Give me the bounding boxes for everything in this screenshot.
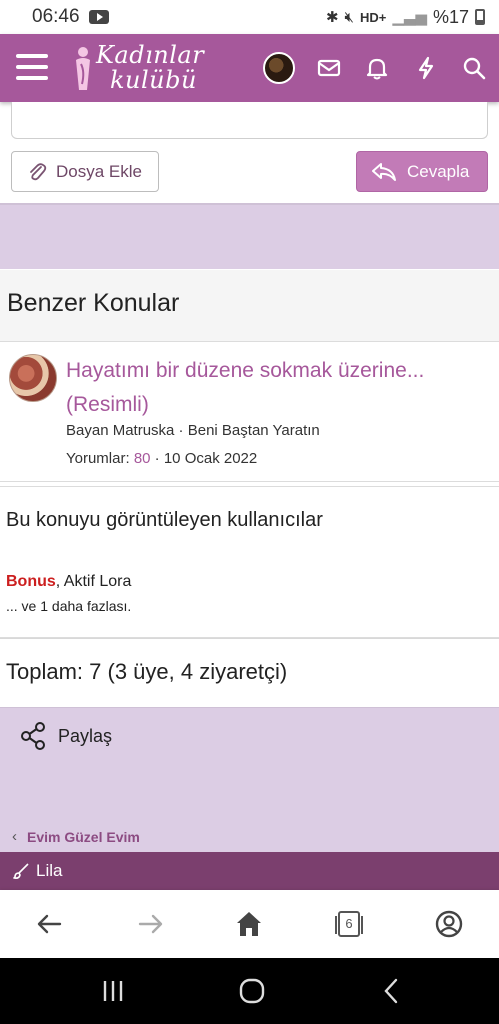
menu-icon[interactable] xyxy=(16,54,48,80)
viewers-title: Bu konuyu görüntüleyen kullanıcılar xyxy=(6,509,323,531)
share-label: Paylaş xyxy=(58,725,113,746)
style-label: Lila xyxy=(36,861,63,880)
search-icon[interactable] xyxy=(461,55,487,81)
paintbrush-icon xyxy=(13,863,29,879)
back-arrow-icon[interactable] xyxy=(34,908,66,940)
thread-list-item[interactable]: Hayatımı bir düzene sokmak üzerine... (R… xyxy=(0,342,499,482)
replies-label: Yorumlar: xyxy=(66,450,130,467)
share-section: Paylaş ‹ Evim Güzel Evim xyxy=(0,708,499,852)
system-back-icon[interactable] xyxy=(380,978,404,1004)
reply-button-label: Cevapla xyxy=(407,161,470,181)
totals-block: Toplam: 7 (3 üye, 4 ziyaretçi) xyxy=(0,638,499,708)
battery-label: %17 xyxy=(432,6,469,27)
thread-author[interactable]: Bayan Matruska xyxy=(66,422,174,439)
breadcrumb-link[interactable]: Evim Güzel Evim xyxy=(27,829,140,845)
battery-icon xyxy=(475,9,485,25)
viewers-block: Bu konuyu görüntüleyen kullanıcılar Bonu… xyxy=(0,486,499,638)
attach-file-button[interactable]: Dosya Ekle xyxy=(11,151,159,192)
attach-file-label: Dosya Ekle xyxy=(56,161,142,181)
account-icon[interactable] xyxy=(433,908,465,940)
reply-arrow-icon xyxy=(372,162,396,181)
site-logo[interactable]: Kadınlar kulübü xyxy=(70,40,210,98)
totals-text: Toplam: 7 (3 üye, 4 ziyaretçi) xyxy=(6,659,288,684)
status-right: ✱ 🔇︎ HD+ ▁▃▅ %17 xyxy=(326,7,485,28)
lightning-icon[interactable] xyxy=(413,55,439,81)
browser-toolbar: 6 xyxy=(0,890,499,958)
logo-figure-icon xyxy=(76,47,90,90)
thread-author-avatar[interactable] xyxy=(9,354,57,402)
thread-forum[interactable]: Beni Baştan Yaratın xyxy=(188,422,320,439)
reply-editor[interactable] xyxy=(11,102,488,139)
style-chooser[interactable]: Lila xyxy=(0,852,499,890)
breadcrumb[interactable]: ‹ Evim Güzel Evim xyxy=(12,828,140,845)
thread-title-link[interactable]: Hayatımı bir düzene sokmak üzerine... (R… xyxy=(66,354,486,422)
mail-icon[interactable] xyxy=(316,55,342,81)
thread-stats: Yorumlar: 80 · 10 Ocak 2022 xyxy=(66,450,258,467)
purple-spacer xyxy=(0,205,499,269)
thread-meta: Bayan Matruska · Beni Baştan Yaratın xyxy=(66,422,320,439)
tab-count: 6 xyxy=(345,916,353,931)
mute-icon: 🔇︎ xyxy=(344,8,354,26)
tabs-button[interactable]: 6 xyxy=(333,908,365,940)
forward-arrow-icon[interactable] xyxy=(134,908,166,940)
home-icon[interactable] xyxy=(233,908,265,940)
bell-icon[interactable] xyxy=(364,55,390,81)
similar-threads-header: Benzer Konular xyxy=(0,270,499,342)
replies-count: 80 xyxy=(133,450,151,467)
logo-text-line1: Kadınlar xyxy=(96,41,205,69)
viewer-user-link[interactable]: Bonus xyxy=(6,573,56,590)
viewers-list: Bonus, Aktif Lora xyxy=(6,573,131,591)
chevron-left-icon: ‹ xyxy=(12,828,17,845)
network-label: HD+ xyxy=(359,9,387,25)
status-time: 06:46 xyxy=(32,6,80,27)
viewer-user-link[interactable]: , Aktif Lora xyxy=(56,573,132,590)
home-button-icon[interactable] xyxy=(238,978,266,1004)
app-header: Kadınlar kulübü xyxy=(0,34,499,102)
similar-threads-title: Benzer Konular xyxy=(7,289,180,317)
viewers-more: ... ve 1 daha fazlası. xyxy=(6,598,132,614)
paperclip-icon xyxy=(30,162,47,180)
reply-button[interactable]: Cevapla xyxy=(356,151,488,192)
bluetooth-icon: ✱ xyxy=(325,9,339,26)
share-button[interactable]: Paylaş xyxy=(20,722,112,750)
system-nav-bar xyxy=(0,958,499,1024)
share-icon xyxy=(21,722,45,750)
youtube-icon xyxy=(88,10,109,24)
recent-apps-icon[interactable] xyxy=(100,978,126,1004)
signal-icon: ▁▃▅ xyxy=(392,9,427,26)
logo-text-line2: kulübü xyxy=(110,66,197,94)
user-avatar[interactable] xyxy=(263,52,295,84)
thread-date: 10 Ocak 2022 xyxy=(163,450,258,467)
status-bar: 06:46 ✱ 🔇︎ HD+ ▁▃▅ %17 xyxy=(0,0,499,34)
